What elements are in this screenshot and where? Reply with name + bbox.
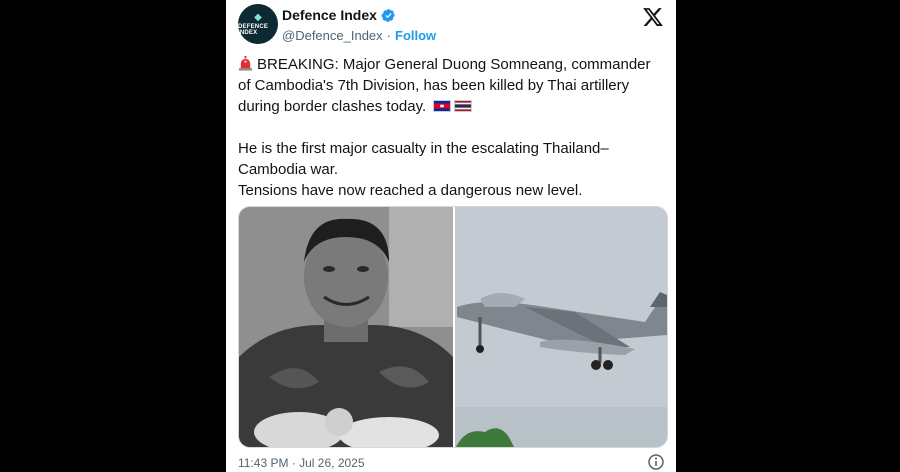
x-logo-icon[interactable] (642, 6, 664, 28)
tweet-header: ◆ DEFENCE INDEX Defence Index @Defence_I… (238, 4, 664, 48)
tweet-footer: 11:43 PM · Jul 26, 2025 (238, 454, 664, 472)
tweet-paragraph-2: He is the first major casualty in the es… (238, 140, 609, 178)
handle-row: @Defence_Index · Follow (282, 28, 436, 43)
logo-icon: ◆ (254, 11, 262, 23)
jet-illustration (455, 207, 667, 447)
tweet-paragraph-1: BREAKING: Major General Duong Somneang, … (238, 54, 664, 117)
portrait-photo[interactable] (239, 207, 453, 447)
timestamp[interactable]: 11:43 PM · Jul 26, 2025 (238, 456, 365, 470)
thailand-flag-icon (454, 100, 473, 112)
portrait-illustration (239, 207, 453, 447)
siren-icon (238, 56, 253, 71)
tweet-text: BREAKING: Major General Duong Somneang, … (238, 54, 664, 201)
info-icon[interactable] (648, 454, 664, 470)
handle[interactable]: @Defence_Index (282, 28, 383, 43)
avatar-logo-text: DEFENCE INDEX (238, 23, 269, 36)
avatar[interactable]: ◆ DEFENCE INDEX (238, 4, 278, 44)
separator-dot: · (386, 28, 391, 43)
fighter-jet-photo[interactable] (455, 207, 667, 447)
display-name[interactable]: Defence Index (282, 7, 377, 23)
verified-badge-icon (381, 8, 395, 22)
tweet-card: ◆ DEFENCE INDEX Defence Index @Defence_I… (226, 0, 676, 472)
media-grid (238, 206, 668, 448)
cambodia-flag-icon (433, 100, 452, 112)
tweet-paragraph-3: Tensions have now reached a dangerous ne… (238, 182, 583, 199)
follow-button[interactable]: Follow (395, 28, 436, 43)
name-row: Defence Index (282, 7, 396, 23)
